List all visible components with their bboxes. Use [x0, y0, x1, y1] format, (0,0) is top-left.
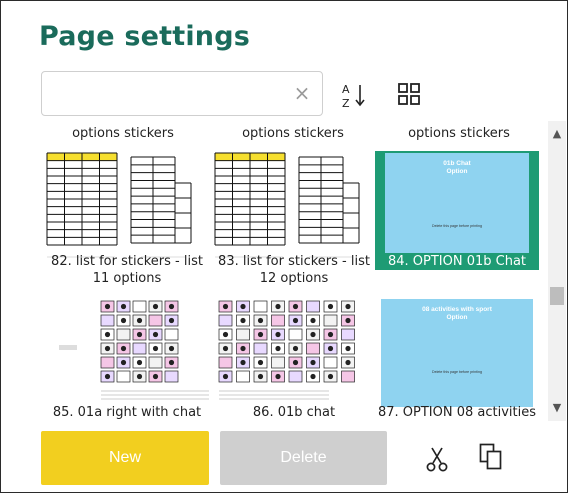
svg-text:Option: Option [447, 168, 468, 175]
thumbnail-preview [218, 300, 355, 400]
page-caption[interactable]: 87. OPTION 08 activities [375, 404, 539, 421]
page-caption-selected[interactable]: 84. OPTION 01b Chat [375, 253, 539, 270]
thumbnail-preview [214, 152, 360, 258]
page-thumbnail[interactable] [45, 297, 211, 411]
group-label: options stickers [408, 126, 510, 141]
page-thumbnail[interactable] [45, 151, 209, 265]
page-caption[interactable]: 86. 01b chat [211, 404, 377, 421]
chevron-down-icon[interactable]: ▼ [548, 401, 566, 415]
svg-text:Delete this page before printi: Delete this page before printing [432, 370, 482, 374]
svg-text:A: A [342, 83, 350, 96]
page-thumbnail[interactable]: 08 activities with sport Option Delete thi… [375, 297, 539, 411]
delete-button[interactable]: Delete [220, 431, 387, 485]
group-label: options stickers [72, 126, 174, 141]
search-input[interactable] [50, 80, 290, 108]
search-box[interactable]: × [41, 71, 323, 116]
scrollbar-thumb[interactable] [550, 287, 564, 305]
page-list[interactable]: options stickers options stickers option… [41, 121, 546, 421]
page-caption[interactable]: 82. list for stickers - list 11 options [42, 253, 212, 287]
page-caption[interactable]: 83. list for stickers - list 12 options [211, 253, 377, 287]
thumbnail-preview [59, 300, 211, 400]
page-thumbnail[interactable] [213, 151, 377, 265]
page-thumbnail-selected[interactable]: 01b Chat Option Delete this page before pr… [375, 151, 539, 265]
group-label: options stickers [242, 126, 344, 141]
new-button[interactable]: New [41, 431, 209, 485]
svg-text:Option: Option [447, 314, 468, 321]
grid-view-icon[interactable] [398, 83, 420, 105]
thumbnail-preview: 01b ChatOption Delete this page before pr… [385, 153, 529, 261]
vertical-scrollbar[interactable]: ▲ ▼ [548, 121, 566, 421]
page-thumbnail[interactable] [213, 297, 377, 411]
svg-text:Delete this page before printi: Delete this page before printing [432, 224, 482, 228]
close-icon[interactable]: × [292, 83, 312, 103]
page-caption[interactable]: 85. 01a right with chat link [42, 404, 212, 421]
svg-text:01b Chat: 01b Chat [443, 160, 471, 167]
copy-icon[interactable] [479, 443, 503, 471]
chevron-up-icon[interactable]: ▲ [548, 127, 566, 141]
thumbnail-preview: 08 activities with sportOption Delete thi… [381, 299, 533, 407]
scissors-icon[interactable] [426, 446, 448, 472]
thumbnail-preview [46, 152, 192, 258]
svg-text:08 activities with sport: 08 activities with sport [422, 306, 493, 313]
svg-text:Z: Z [342, 97, 350, 109]
dialog-title: Page settings [39, 21, 250, 52]
page-settings-dialog: Page settings × A Z options stickers opt… [0, 0, 568, 493]
sort-az-icon[interactable]: A Z [341, 81, 367, 109]
